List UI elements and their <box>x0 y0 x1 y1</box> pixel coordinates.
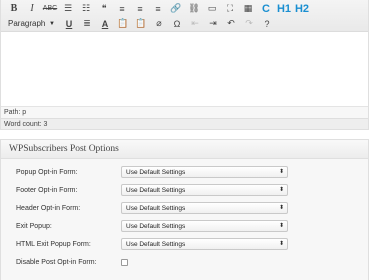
plugin-h1-icon[interactable]: H1 <box>277 2 291 16</box>
select-value: Use Default Settings <box>126 204 186 212</box>
option-label: Footer Opt-in Form: <box>16 186 78 194</box>
popup-optin-select[interactable]: Use Default Settings ⬍ <box>121 166 288 178</box>
paste-word-icon[interactable]: 📋 <box>134 17 148 31</box>
option-row-popup: Popup Opt-in Form: Use Default Settings … <box>1 163 368 181</box>
text-color-icon[interactable]: A <box>98 17 112 31</box>
fullscreen-icon[interactable]: ⛶ <box>223 2 237 16</box>
html-exit-popup-select[interactable]: Use Default Settings ⬍ <box>121 238 288 250</box>
underline-button[interactable]: U <box>62 17 76 31</box>
blockquote-icon[interactable]: ❝ <box>97 2 111 16</box>
strikethrough-button[interactable]: ABC <box>43 2 57 16</box>
option-label: Disable Post Opt-in Form: <box>16 258 97 266</box>
toolbar-row-1: B I ABC ☰ ☷ ❝ ≡ ≡ ≡ 🔗 ⛓ ▭ ⛶ ▦ C H1 H2 <box>1 1 368 16</box>
redo-icon[interactable]: ↷ <box>242 17 256 31</box>
plugin-h2-icon[interactable]: H2 <box>295 2 309 16</box>
post-options-title: WPSubscribers Post Options <box>1 140 368 159</box>
option-row-disable: Disable Post Opt-in Form: <box>1 253 368 271</box>
indent-icon[interactable]: ⇥ <box>206 17 220 31</box>
select-arrows-icon: ⬍ <box>278 223 284 229</box>
numbered-list-icon[interactable]: ☷ <box>79 2 93 16</box>
option-label: Popup Opt-in Form: <box>16 168 78 176</box>
editor-toolbar: B I ABC ☰ ☷ ❝ ≡ ≡ ≡ 🔗 ⛓ ▭ ⛶ ▦ C H1 H2 Pa… <box>1 0 368 32</box>
footer-optin-select[interactable]: Use Default Settings ⬍ <box>121 184 288 196</box>
editor-path: Path: p <box>1 106 368 118</box>
editor: B I ABC ☰ ☷ ❝ ≡ ≡ ≡ 🔗 ⛓ ▭ ⛶ ▦ C H1 H2 Pa… <box>0 0 369 130</box>
exit-popup-select[interactable]: Use Default Settings ⬍ <box>121 220 288 232</box>
kitchen-sink-icon[interactable]: ▦ <box>241 2 255 16</box>
format-select[interactable]: Paragraph ▼ <box>7 18 57 30</box>
select-arrows-icon: ⬍ <box>278 205 284 211</box>
clear-formatting-icon[interactable]: ⌀ <box>152 17 166 31</box>
option-row-footer: Footer Opt-in Form: Use Default Settings… <box>1 181 368 199</box>
word-count: Word count: 3 <box>1 118 368 129</box>
header-optin-select[interactable]: Use Default Settings ⬍ <box>121 202 288 214</box>
select-value: Use Default Settings <box>126 168 186 176</box>
select-arrows-icon: ⬍ <box>278 187 284 193</box>
post-options-rows: Popup Opt-in Form: Use Default Settings … <box>1 159 368 271</box>
post-options-box: WPSubscribers Post Options Popup Opt-in … <box>0 139 369 280</box>
outdent-icon[interactable]: ⇤ <box>188 17 202 31</box>
option-label: Header Opt-in Form: <box>16 204 81 212</box>
select-value: Use Default Settings <box>126 222 186 230</box>
option-row-html-exit-popup: HTML Exit Popup Form: Use Default Settin… <box>1 235 368 253</box>
disable-optin-checkbox[interactable] <box>121 258 128 266</box>
chevron-down-icon: ▼ <box>49 20 55 27</box>
unlink-icon[interactable]: ⛓ <box>187 2 201 16</box>
link-icon[interactable]: 🔗 <box>169 2 183 16</box>
bullet-list-icon[interactable]: ☰ <box>61 2 75 16</box>
align-right-icon[interactable]: ≡ <box>151 2 165 16</box>
option-label: HTML Exit Popup Form: <box>16 240 91 248</box>
help-icon[interactable]: ? <box>260 17 274 31</box>
italic-button[interactable]: I <box>25 2 39 16</box>
more-tag-icon[interactable]: ▭ <box>205 2 219 16</box>
option-label: Exit Popup: <box>16 222 52 230</box>
editor-content-area[interactable] <box>1 32 368 106</box>
format-select-value: Paragraph <box>8 19 46 28</box>
undo-icon[interactable]: ↶ <box>224 17 238 31</box>
toolbar-row-2: Paragraph ▼ U ≣ A 📋 📋 ⌀ Ω ⇤ ⇥ ↶ ↷ ? <box>1 16 368 31</box>
bold-button[interactable]: B <box>7 2 21 16</box>
special-character-icon[interactable]: Ω <box>170 17 184 31</box>
option-row-header: Header Opt-in Form: Use Default Settings… <box>1 199 368 217</box>
align-left-icon[interactable]: ≡ <box>115 2 129 16</box>
select-arrows-icon: ⬍ <box>278 169 284 175</box>
select-value: Use Default Settings <box>126 186 186 194</box>
select-arrows-icon: ⬍ <box>278 241 284 247</box>
select-value: Use Default Settings <box>126 240 186 248</box>
option-row-exit-popup: Exit Popup: Use Default Settings ⬍ <box>1 217 368 235</box>
align-center-icon[interactable]: ≡ <box>133 2 147 16</box>
plugin-c-icon[interactable]: C <box>259 2 273 16</box>
paste-text-icon[interactable]: 📋 <box>116 17 130 31</box>
justify-icon[interactable]: ≣ <box>80 17 94 31</box>
